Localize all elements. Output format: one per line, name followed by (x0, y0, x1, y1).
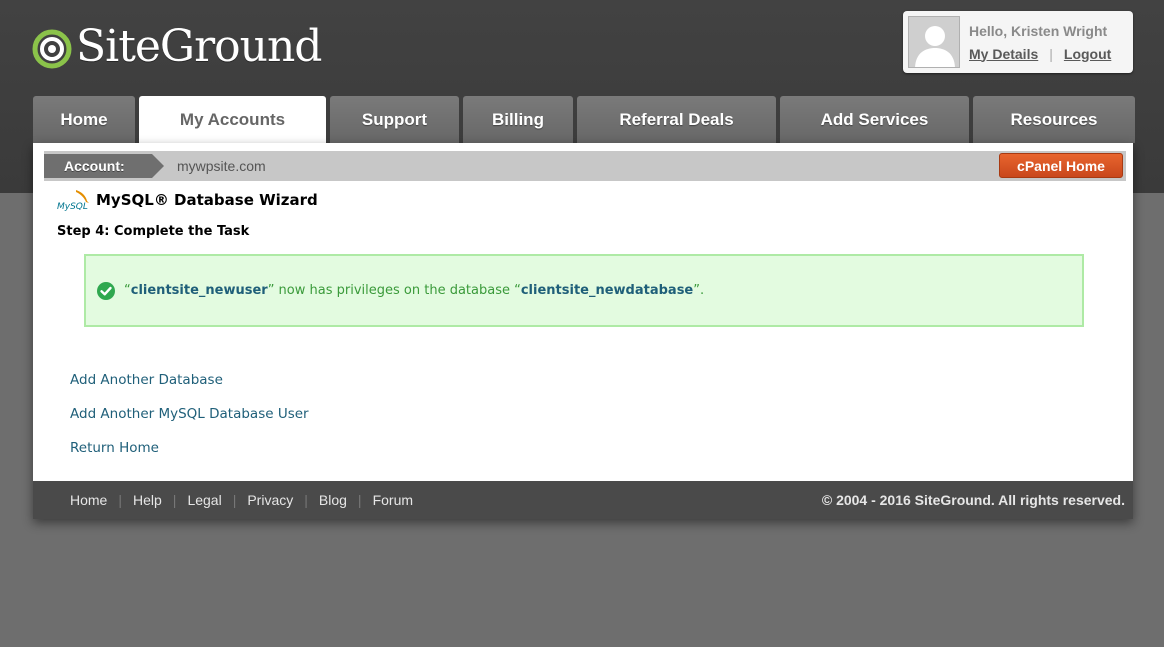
page-title: MySQL® Database Wizard (96, 191, 318, 209)
db-user-name: clientsite_newuser (130, 283, 268, 298)
logo-text: SiteGround (76, 20, 322, 72)
footer-link-help[interactable]: Help (133, 492, 162, 508)
tab-add-services[interactable]: Add Services (780, 96, 969, 143)
mysql-logo-icon: MySQL (57, 190, 89, 212)
siteground-logo-icon (32, 29, 72, 69)
logout-link[interactable]: Logout (1064, 46, 1111, 62)
wizard-header: MySQL MySQL® Database Wizard (56, 188, 318, 212)
footer-link-blog[interactable]: Blog (319, 492, 347, 508)
footer: Home | Help | Legal | Privacy | Blog | F… (33, 481, 1133, 519)
tab-resources[interactable]: Resources (973, 96, 1135, 143)
step-title: Step 4: Complete the Task (57, 224, 250, 239)
success-text: “clientsite_newuser” now has privileges … (124, 283, 705, 298)
footer-link-privacy[interactable]: Privacy (247, 492, 293, 508)
account-domain: mywpsite.com (177, 158, 266, 174)
success-message: “clientsite_newuser” now has privileges … (84, 254, 1084, 327)
content-panel: Account: mywpsite.com cPanel Home MySQL … (33, 143, 1133, 519)
add-another-user-link[interactable]: Add Another MySQL Database User (70, 406, 309, 423)
tab-my-accounts[interactable]: My Accounts (139, 96, 326, 143)
footer-links: Home | Help | Legal | Privacy | Blog | F… (70, 492, 414, 508)
tab-billing[interactable]: Billing (463, 96, 573, 143)
user-box: Hello, Kristen Wright My Details | Logou… (903, 11, 1133, 73)
tab-home[interactable]: Home (33, 96, 135, 143)
avatar (908, 16, 960, 68)
link-separator: | (1049, 45, 1053, 62)
mysql-logo-text: MySQL (57, 202, 88, 212)
footer-link-forum[interactable]: Forum (373, 492, 413, 508)
copyright-text: © 2004 - 2016 SiteGround. All rights res… (821, 492, 1125, 508)
footer-link-legal[interactable]: Legal (187, 492, 221, 508)
db-name: clientsite_newdatabase (520, 283, 694, 298)
cpanel-home-button[interactable]: cPanel Home (999, 153, 1123, 178)
check-circle-icon (97, 281, 115, 300)
user-greeting: Hello, Kristen Wright (969, 22, 1108, 39)
tab-support[interactable]: Support (330, 96, 459, 143)
account-label: Account: (44, 154, 164, 178)
user-silhouette-icon (909, 17, 959, 67)
account-bar: Account: mywpsite.com cPanel Home (44, 151, 1126, 181)
main-nav: Home My Accounts Support Billing Referra… (33, 96, 1135, 143)
action-links: Add Another Database Add Another MySQL D… (70, 372, 309, 474)
tab-referral-deals[interactable]: Referral Deals (577, 96, 776, 143)
return-home-link[interactable]: Return Home (70, 440, 309, 457)
my-details-link[interactable]: My Details (969, 46, 1038, 62)
siteground-logo[interactable]: SiteGround (32, 18, 322, 78)
add-another-database-link[interactable]: Add Another Database (70, 372, 309, 389)
footer-link-home[interactable]: Home (70, 492, 107, 508)
